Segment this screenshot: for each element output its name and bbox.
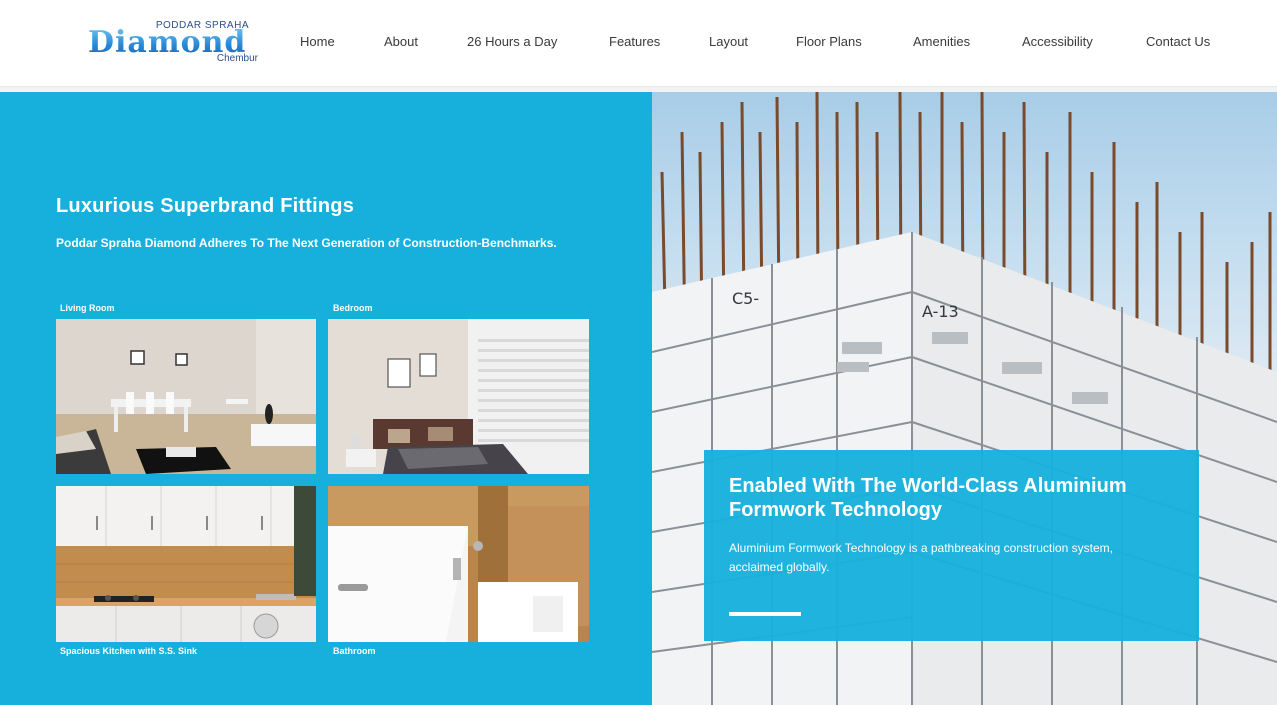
nav-contact-us[interactable]: Contact Us — [1146, 34, 1210, 49]
nav-26-hours[interactable]: 26 Hours a Day — [467, 34, 557, 49]
accent-underline — [729, 612, 801, 616]
nav-about[interactable]: About — [384, 34, 418, 49]
formwork-info-card: Enabled With The World-Class Aluminium F… — [704, 450, 1199, 641]
logo-sub-text: Chembur — [216, 53, 258, 64]
formwork-title: Enabled With The World-Class Aluminium F… — [729, 475, 1127, 521]
kitchen-photo — [56, 486, 316, 642]
caption-living-room: Living Room — [60, 303, 115, 313]
svg-text:C5-: C5- — [732, 289, 759, 308]
nav-accessibility[interactable]: Accessibility — [1022, 34, 1093, 49]
bedroom-photo — [328, 319, 589, 474]
nav-home[interactable]: Home — [300, 34, 335, 49]
fittings-description: Poddar Spraha Diamond Adheres To The Nex… — [56, 236, 557, 250]
nav-amenities[interactable]: Amenities — [913, 34, 970, 49]
caption-bedroom: Bedroom — [333, 303, 373, 313]
caption-bathroom: Bathroom — [333, 646, 376, 656]
fittings-title: Luxurious Superbrand Fittings — [56, 195, 355, 217]
main-nav: Home About 26 Hours a Day Features Layou… — [0, 34, 1277, 52]
caption-kitchen: Spacious Kitchen with S.S. Sink — [60, 646, 198, 656]
bathroom-photo — [328, 486, 589, 642]
fittings-section: Luxurious Superbrand Fittings Poddar Spr… — [0, 92, 652, 705]
nav-layout[interactable]: Layout — [709, 34, 748, 49]
nav-features[interactable]: Features — [609, 34, 660, 49]
site-header: PODDAR SPRAHA Diamond Chembur Home About… — [0, 0, 1277, 87]
living-room-photo — [56, 319, 316, 474]
svg-text:A-13: A-13 — [922, 302, 959, 321]
nav-floor-plans[interactable]: Floor Plans — [796, 34, 862, 49]
formwork-description: Aluminium Formwork Technology is a pathb… — [729, 541, 1113, 574]
